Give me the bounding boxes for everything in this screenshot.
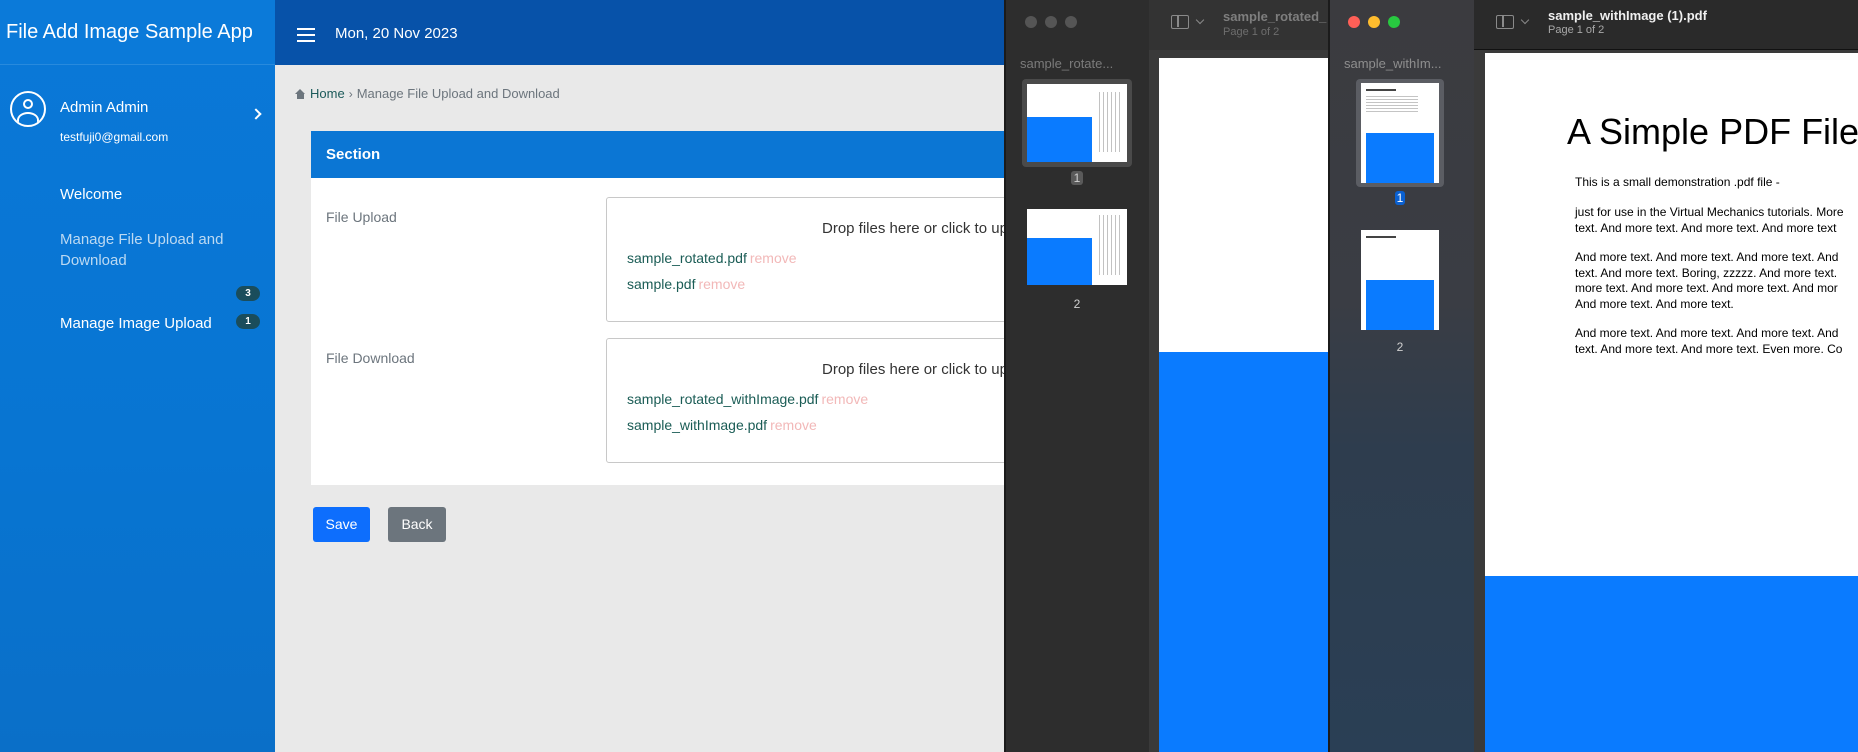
page-indicator: Page 1 of 2: [1548, 24, 1605, 36]
back-button[interactable]: Back: [388, 507, 446, 542]
remove-link[interactable]: remove: [698, 276, 745, 292]
file-link[interactable]: sample_rotated.pdf: [627, 250, 747, 266]
section-card: Section File Upload Drop files here or c…: [311, 131, 1036, 485]
section-title: Section: [311, 131, 1005, 178]
chevron-right-icon[interactable]: [250, 108, 262, 120]
close-window-icon[interactable]: [1025, 16, 1037, 28]
page-thumbnail-2[interactable]: [1356, 227, 1444, 333]
downloaded-file: sample_rotated_withImage.pdf remove: [627, 391, 868, 407]
preview-left-sidebar: sample_rotate... 1 2: [1004, 0, 1149, 752]
document-title: sample_withImage (1).pdf: [1548, 8, 1707, 23]
sidebar-item-welcome[interactable]: Welcome: [60, 184, 122, 205]
page-number: 2: [1073, 297, 1081, 311]
sidebar-item-label: Download: [60, 252, 127, 269]
breadcrumb-separator: ›: [348, 86, 353, 101]
sidebar-toggle-icon[interactable]: [1171, 15, 1189, 29]
remove-link[interactable]: remove: [770, 417, 817, 433]
page-thumbnail-1[interactable]: [1356, 79, 1444, 187]
breadcrumb-home[interactable]: Home: [295, 86, 345, 101]
remove-link[interactable]: remove: [750, 250, 797, 266]
sidebar-item-label: Manage File Upload and: [60, 231, 224, 248]
file-download-dropzone[interactable]: Drop files here or click to upload sampl…: [606, 338, 1036, 463]
remove-link[interactable]: remove: [821, 391, 868, 407]
sidebar-item-manage-file-upload-download[interactable]: Manage File Upload and Download: [60, 229, 223, 271]
pdf-image-block: [1485, 576, 1858, 752]
minimize-window-icon[interactable]: [1045, 16, 1057, 28]
preview-left-toolbar: sample_rotated_ Page 1 of 2: [1149, 0, 1329, 50]
user-name[interactable]: Admin Admin: [60, 99, 148, 116]
page-thumbnail-1[interactable]: [1022, 79, 1132, 167]
sidebar-document-title: sample_withIm...: [1344, 56, 1442, 71]
zoom-window-icon[interactable]: [1065, 16, 1077, 28]
breadcrumb-current: Manage File Upload and Download: [356, 86, 560, 101]
page-number: 1: [1071, 171, 1083, 185]
sidebar-toggle-icon[interactable]: [1496, 15, 1514, 29]
zoom-window-icon[interactable]: [1388, 16, 1400, 28]
chevron-down-icon[interactable]: [1195, 15, 1205, 25]
file-link[interactable]: sample_withImage.pdf: [627, 417, 767, 433]
pdf-heading: A Simple PDF File: [1567, 111, 1858, 152]
page-number: 1: [1395, 191, 1405, 205]
file-link[interactable]: sample_rotated_withImage.pdf: [627, 391, 818, 407]
sidebar: File Add Image Sample App Admin Admin te…: [0, 0, 275, 752]
preview-right-toolbar: sample_withImage (1).pdf Page 1 of 2: [1474, 0, 1858, 50]
close-window-icon[interactable]: [1348, 16, 1360, 28]
page-indicator: Page 1 of 2: [1223, 26, 1280, 38]
file-download-label: File Download: [326, 350, 415, 366]
page-number: 2: [1396, 340, 1404, 354]
chevron-down-icon[interactable]: [1520, 15, 1530, 25]
pdf-paragraph: And more text. And more text. And more t…: [1575, 250, 1839, 311]
breadcrumb-home-label: Home: [310, 86, 345, 101]
current-date: Mon, 20 Nov 2023: [335, 25, 458, 42]
minimize-window-icon[interactable]: [1368, 16, 1380, 28]
app-brand[interactable]: File Add Image Sample App: [0, 0, 275, 65]
file-upload-label: File Upload: [326, 209, 397, 225]
file-link[interactable]: sample.pdf: [627, 276, 695, 292]
home-icon: [295, 88, 306, 99]
pdf-page: A Simple PDF File This is a small demons…: [1485, 53, 1858, 576]
breadcrumb: Home › Manage File Upload and Download: [295, 86, 560, 101]
pdf-image-block: [1159, 352, 1329, 752]
downloaded-file: sample_withImage.pdf remove: [627, 417, 817, 433]
uploaded-file: sample_rotated.pdf remove: [627, 250, 797, 266]
count-badge: 3: [236, 286, 260, 301]
pdf-paragraph: And more text. And more text. And more t…: [1575, 326, 1843, 356]
uploaded-file: sample.pdf remove: [627, 276, 745, 292]
save-button[interactable]: Save: [313, 507, 370, 542]
user-email: testfuji0@gmail.com: [60, 130, 169, 144]
count-badge: 1: [236, 314, 260, 329]
page-thumbnail-2[interactable]: [1022, 206, 1132, 286]
sidebar-document-title: sample_rotate...: [1020, 56, 1114, 71]
top-bar: Mon, 20 Nov 2023: [275, 0, 1005, 65]
pdf-paragraph: This is a small demonstration .pdf file …: [1575, 175, 1780, 189]
pdf-page: [1159, 58, 1329, 352]
menu-icon[interactable]: [297, 28, 315, 42]
file-upload-dropzone[interactable]: Drop files here or click to upload sampl…: [606, 197, 1036, 322]
preview-right-sidebar: sample_withIm... 1 2: [1328, 0, 1474, 752]
document-title: sample_rotated_: [1223, 9, 1327, 24]
sidebar-item-manage-image-upload[interactable]: Manage Image Upload: [60, 313, 212, 334]
user-avatar-icon[interactable]: [10, 91, 46, 127]
pdf-paragraph: just for use in the Virtual Mechanics tu…: [1575, 205, 1844, 235]
